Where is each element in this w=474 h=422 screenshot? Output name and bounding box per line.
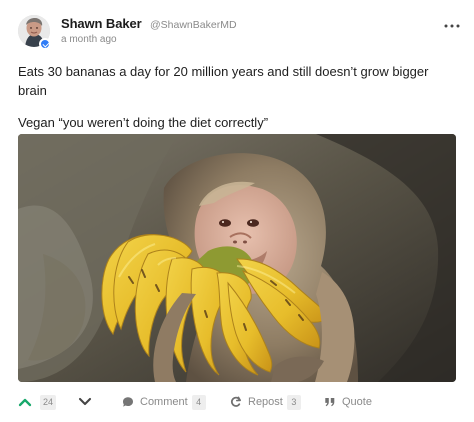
more-options-button[interactable]: [442, 18, 462, 34]
author-handle[interactable]: @ShawnBakerMD: [150, 19, 237, 31]
upvote-count: 24: [40, 394, 57, 410]
quote-label: Quote: [342, 396, 372, 408]
post-header: Shawn Baker @ShawnBakerMD a month ago: [18, 14, 462, 50]
repost-count: 3: [286, 394, 301, 410]
quote-icon: [324, 396, 336, 408]
post-text-line-1: Eats 30 bananas a day for 20 million yea…: [18, 64, 429, 98]
comment-bubble-icon: [122, 396, 134, 408]
author-name[interactable]: Shawn Baker: [61, 16, 142, 31]
post-card: Shawn Baker @ShawnBakerMD a month ago Ea…: [0, 0, 474, 422]
post-timestamp[interactable]: a month ago: [61, 34, 117, 45]
post-text-line-2: Vegan “you weren’t doing the diet correc…: [18, 115, 269, 130]
comment-label: Comment: [140, 396, 188, 408]
post-actions: 24 Comment 4 Repost 3 Quote: [18, 392, 456, 412]
post-body: Eats 30 bananas a day for 20 million yea…: [18, 62, 444, 145]
repost-button[interactable]: Repost 3: [230, 392, 301, 412]
monkey-with-bananas-image: [18, 134, 456, 382]
upvote-button[interactable]: 24: [18, 392, 57, 412]
author-line: Shawn Baker @ShawnBakerMD: [61, 15, 237, 33]
verified-badge-icon: [39, 38, 51, 50]
more-horizontal-icon: [444, 24, 460, 28]
repost-label: Repost: [248, 396, 283, 408]
repost-icon: [230, 396, 242, 408]
quote-button[interactable]: Quote: [324, 392, 372, 412]
upvote-arrow-icon: [18, 397, 32, 407]
downvote-arrow-icon: [78, 397, 92, 407]
post-image[interactable]: [18, 134, 456, 382]
downvote-button[interactable]: [78, 392, 92, 412]
comment-count: 4: [191, 394, 206, 410]
comment-button[interactable]: Comment 4: [122, 392, 206, 412]
